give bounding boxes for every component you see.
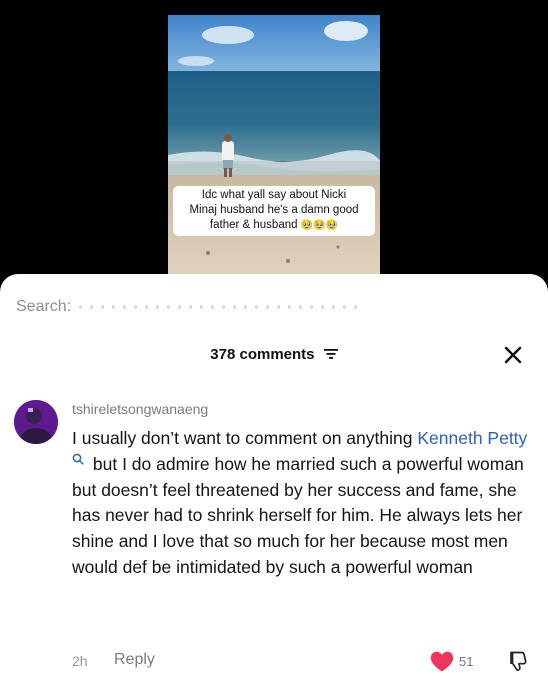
caption-line-last: father & husband 🥹🥹🥹 (177, 218, 371, 233)
close-icon[interactable] (503, 345, 523, 365)
video-background: Idc what yall say about Nicki Minaj husb… (0, 0, 548, 290)
avatar[interactable] (14, 400, 58, 444)
comments-header: 378 comments (0, 342, 548, 368)
comment-time: 2h (72, 653, 88, 669)
reply-button[interactable]: Reply (114, 651, 155, 669)
video-thumbnail[interactable] (168, 15, 380, 290)
comment-text: I usually don’t want to comment on anyth… (72, 426, 532, 581)
comments-count: 378 comments (210, 346, 315, 363)
comments-title[interactable]: 378 comments (0, 346, 548, 363)
comment-text-before: I usually don’t want to comment on anyth… (72, 428, 413, 448)
search-label: Search: (16, 298, 72, 315)
comments-sheet: Search: 378 comments tshireletsongwanaen… (0, 274, 548, 680)
mention-name: Kenneth Petty (417, 428, 528, 448)
heart-icon (430, 651, 454, 671)
caption-line: father & husband (209, 219, 298, 231)
search-bar[interactable]: Search: (16, 296, 536, 318)
like-count: 51 (459, 653, 474, 669)
comment-text-after: but I do admire how he married such a po… (72, 453, 524, 577)
search-icon (72, 453, 84, 465)
caption-emoji: 🥹🥹🥹 (300, 220, 339, 231)
comment-username[interactable]: tshireletsongwanaeng (72, 401, 208, 417)
filter-icon[interactable] (323, 348, 338, 360)
search-query-blurred (79, 305, 360, 309)
thumbs-down-icon[interactable] (506, 650, 528, 672)
caption-line: Idc what yall say about Nicki (201, 189, 347, 201)
caption-line: Minaj husband he's a damn good (189, 204, 359, 216)
like-button[interactable]: 51 (430, 650, 473, 672)
video-caption: Idc what yall say about Nicki Minaj husb… (173, 186, 375, 236)
